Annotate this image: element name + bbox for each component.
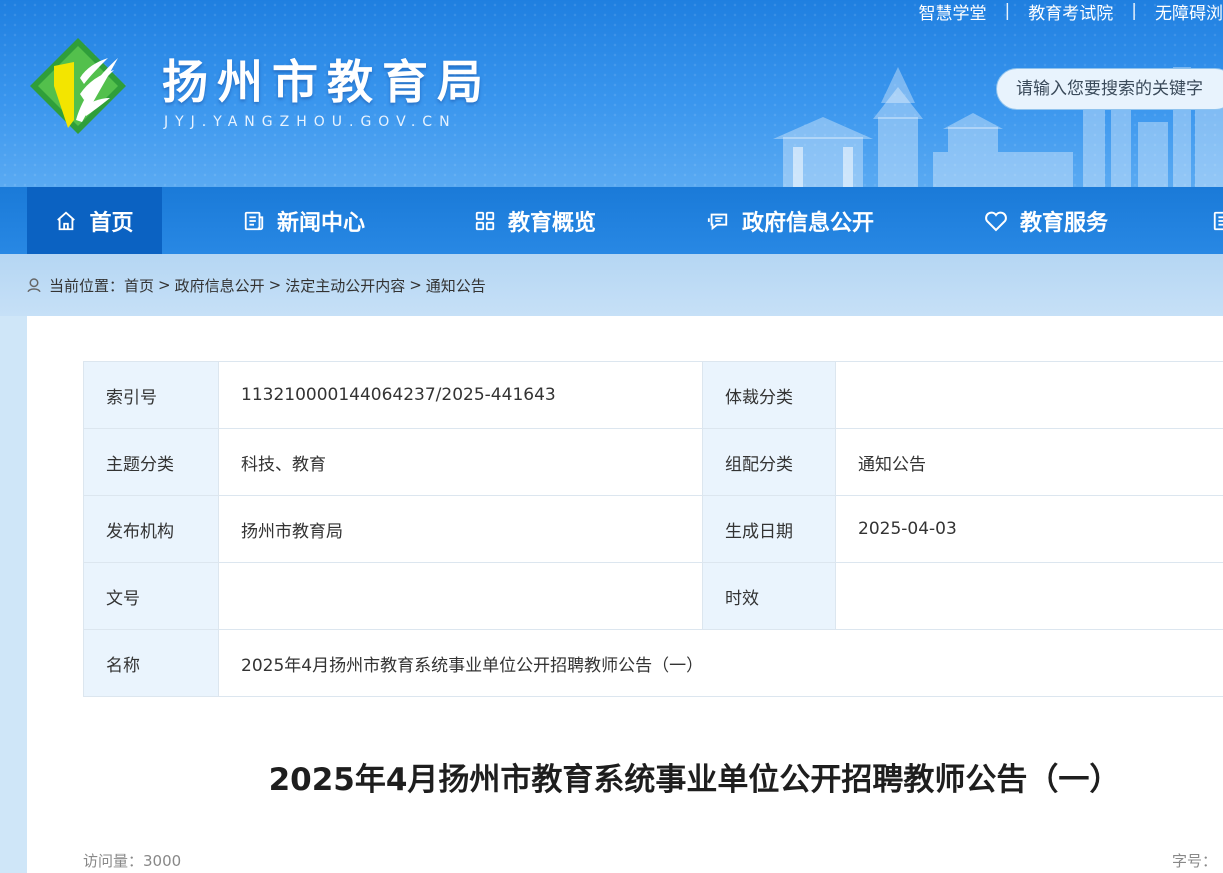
nav-item-label: 教育概览 bbox=[508, 210, 597, 236]
breadcrumb-home[interactable]: 首页 bbox=[124, 275, 154, 296]
site-logo-icon bbox=[30, 38, 126, 134]
site-title[interactable]: 扬州市教育局 bbox=[162, 46, 492, 112]
validity-label: 时效 bbox=[702, 562, 836, 630]
breadcrumb-separator: > bbox=[409, 276, 422, 294]
home-icon bbox=[57, 211, 76, 230]
table-row: 发布机构 扬州市教育局 生成日期 2025-04-03 bbox=[83, 495, 1223, 563]
visit-count: 访问量：3000 bbox=[83, 852, 182, 870]
name-value: 2025年4月扬州市教育系统事业单位公开招聘教师公告（一） bbox=[218, 629, 1223, 697]
content-panel: 索引号 113210000144064237/2025-441643 体裁分类 … bbox=[27, 316, 1223, 873]
news-icon bbox=[244, 211, 264, 230]
index-no-label: 索引号 bbox=[83, 361, 219, 429]
topic-value: 科技、教育 bbox=[218, 428, 703, 496]
breadcrumb-statutory[interactable]: 法定主动公开内容 bbox=[285, 275, 405, 296]
search-input[interactable] bbox=[997, 69, 1223, 109]
genre-label: 体裁分类 bbox=[702, 361, 836, 429]
chat-icon bbox=[707, 213, 728, 230]
nav-item-services[interactable]: 教育服务 bbox=[984, 187, 1108, 254]
nav-item-overview[interactable]: 教育概览 bbox=[474, 187, 596, 254]
nav-item-news[interactable]: 新闻中心 bbox=[243, 187, 365, 254]
table-row: 文号 时效 bbox=[83, 562, 1223, 630]
top-link-separator: | bbox=[1131, 1, 1137, 21]
doc-no-label: 文号 bbox=[83, 562, 219, 630]
grid-icon bbox=[475, 211, 495, 230]
breadcrumb-notices[interactable]: 通知公告 bbox=[426, 275, 486, 296]
publisher-value: 扬州市教育局 bbox=[218, 495, 703, 563]
site-header: 智慧学堂 | 教育考试院 | 无障碍浏 扬州市教育局 JYJ.YANGZHOU.… bbox=[0, 0, 1223, 187]
table-row: 名称 2025年4月扬州市教育系统事业单位公开招聘教师公告（一） bbox=[83, 629, 1223, 697]
nav-item-label: 教育服务 bbox=[1020, 210, 1109, 236]
date-label: 生成日期 bbox=[702, 495, 836, 563]
document-icon bbox=[1213, 211, 1223, 230]
nav-item-label: 政府信息公开 bbox=[742, 210, 875, 236]
date-value: 2025-04-03 bbox=[835, 495, 1223, 563]
validity-value bbox=[835, 562, 1223, 630]
breadcrumb-prefix: 当前位置： bbox=[49, 276, 125, 295]
breadcrumb-separator: > bbox=[158, 276, 171, 294]
nav-item-home[interactable]: 首页 bbox=[27, 187, 162, 254]
nav-item-label: 新闻中心 bbox=[277, 210, 366, 236]
group-value: 通知公告 bbox=[835, 428, 1223, 496]
breadcrumb-separator: > bbox=[268, 276, 282, 294]
genre-value bbox=[835, 361, 1223, 429]
breadcrumb: 当前位置： 首页 > 政府信息公开 > 法定主动公开内容 > 通知公告 bbox=[25, 275, 486, 295]
location-icon bbox=[27, 278, 41, 293]
topic-label: 主题分类 bbox=[83, 428, 219, 496]
nav-item-gov-info[interactable]: 政府信息公开 bbox=[706, 187, 874, 254]
top-link-exam-institute[interactable]: 教育考试院 bbox=[1028, 0, 1113, 24]
nav-item-more[interactable] bbox=[1212, 187, 1223, 254]
font-size-control[interactable]: 字号： bbox=[1172, 850, 1217, 871]
top-links: 智慧学堂 | 教育考试院 | 无障碍浏 bbox=[919, 0, 1223, 24]
publisher-label: 发布机构 bbox=[83, 495, 219, 563]
breadcrumb-gov-info[interactable]: 政府信息公开 bbox=[175, 275, 265, 296]
table-row: 索引号 113210000144064237/2025-441643 体裁分类 bbox=[83, 361, 1223, 429]
main-nav: 首页 新闻中心 教育概览 政府信息公开 教育服务 bbox=[0, 187, 1223, 254]
top-link-separator: | bbox=[1004, 1, 1011, 21]
group-label: 组配分类 bbox=[702, 428, 836, 496]
table-row: 主题分类 科技、教育 组配分类 通知公告 bbox=[83, 428, 1223, 496]
site-domain: JYJ.YANGZHOU.GOV.CN bbox=[164, 114, 457, 130]
search-box bbox=[996, 68, 1223, 110]
doc-no-value bbox=[218, 562, 703, 630]
index-no-value: 113210000144064237/2025-441643 bbox=[218, 361, 703, 429]
article-title: 2025年4月扬州市教育系统事业单位公开招聘教师公告（一） bbox=[268, 762, 1121, 798]
top-link-smart-school[interactable]: 智慧学堂 bbox=[919, 0, 987, 24]
top-link-accessibility[interactable]: 无障碍浏 bbox=[1155, 0, 1223, 24]
document-meta-table: 索引号 113210000144064237/2025-441643 体裁分类 … bbox=[83, 361, 1223, 697]
heart-icon bbox=[985, 211, 1007, 231]
nav-item-label: 首页 bbox=[89, 210, 134, 236]
name-label: 名称 bbox=[83, 629, 219, 697]
